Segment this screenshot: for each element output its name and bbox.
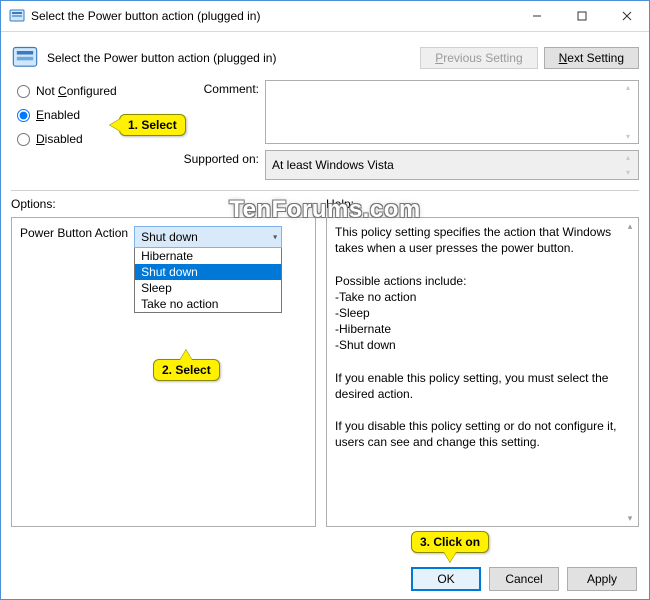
radio-disabled-input[interactable]: [17, 133, 30, 146]
callout-2: 2. Select: [153, 359, 220, 381]
combo-display[interactable]: Shut down ▾: [134, 226, 282, 248]
combo-selected-value: Shut down: [141, 230, 198, 244]
callout-1: 1. Select: [119, 114, 186, 136]
close-button[interactable]: [604, 1, 649, 31]
combo-item-sleep[interactable]: Sleep: [135, 280, 281, 296]
radio-not-configured-input[interactable]: [17, 85, 30, 98]
minimize-button[interactable]: [514, 1, 559, 31]
supported-on-label: Supported on:: [173, 150, 259, 180]
ok-button[interactable]: OK: [411, 567, 481, 591]
radio-not-configured[interactable]: Not Configured: [17, 84, 167, 98]
policy-title: Select the Power button action (plugged …: [47, 51, 420, 65]
section-labels: Options: Help:: [11, 197, 639, 211]
options-label: Options:: [11, 197, 316, 211]
scrollbar-stub: ▴▾: [626, 83, 636, 141]
policy-icon-large: [11, 44, 39, 72]
help-text-p4: If you disable this policy setting or do…: [335, 418, 620, 450]
help-action-3: -Hibernate: [335, 321, 620, 337]
combo-dropdown-list: Hibernate Shut down Sleep Take no action: [134, 248, 282, 313]
callout-3: 3. Click on: [411, 531, 489, 553]
dialog-window: Select the Power button action (plugged …: [0, 0, 650, 600]
apply-button[interactable]: Apply: [567, 567, 637, 591]
previous-setting-button: Previous Setting: [420, 47, 537, 69]
help-text-p2: Possible actions include:: [335, 273, 620, 289]
next-setting-button[interactable]: Next Setting: [544, 47, 639, 69]
supported-on-value: At least Windows Vista: [272, 158, 394, 172]
comment-label: Comment:: [173, 80, 259, 144]
window-controls: [514, 1, 649, 31]
help-action-1: -Take no action: [335, 289, 620, 305]
power-button-action-combo[interactable]: Shut down ▾ Hibernate Shut down Sleep Ta…: [134, 226, 282, 313]
option-label: Power Button Action: [20, 226, 128, 240]
help-action-2: -Sleep: [335, 305, 620, 321]
combo-item-shut-down[interactable]: Shut down: [135, 264, 281, 280]
help-label: Help:: [326, 197, 354, 211]
titlebar: Select the Power button action (plugged …: [1, 1, 649, 32]
dialog-footer: OK Cancel Apply: [411, 567, 637, 591]
policy-icon: [9, 8, 25, 24]
cancel-button[interactable]: Cancel: [489, 567, 559, 591]
window-title: Select the Power button action (plugged …: [31, 9, 514, 23]
combo-item-hibernate[interactable]: Hibernate: [135, 248, 281, 264]
chevron-down-icon: ▾: [273, 233, 277, 242]
scrollbar-stub: ▴▾: [626, 153, 636, 177]
help-panel: This policy setting specifies the action…: [326, 217, 639, 527]
divider: [11, 190, 639, 191]
help-text-p1: This policy setting specifies the action…: [335, 224, 620, 256]
help-text-p3: If you enable this policy setting, you m…: [335, 370, 620, 402]
help-action-4: -Shut down: [335, 337, 620, 353]
radio-enabled-input[interactable]: [17, 109, 30, 122]
settings-top: Not Configured Enabled Disabled Comment:…: [11, 80, 639, 180]
comment-textarea[interactable]: ▴▾: [265, 80, 639, 144]
header-row: Select the Power button action (plugged …: [11, 40, 639, 80]
supported-on-box: At least Windows Vista ▴▾: [265, 150, 639, 180]
scrollbar-stub: ▴▾: [624, 220, 636, 524]
lower-panels: Power Button Action Shut down ▾ Hibernat…: [11, 217, 639, 527]
content-area: Select the Power button action (plugged …: [1, 32, 649, 527]
combo-item-take-no-action[interactable]: Take no action: [135, 296, 281, 312]
maximize-button[interactable]: [559, 1, 604, 31]
